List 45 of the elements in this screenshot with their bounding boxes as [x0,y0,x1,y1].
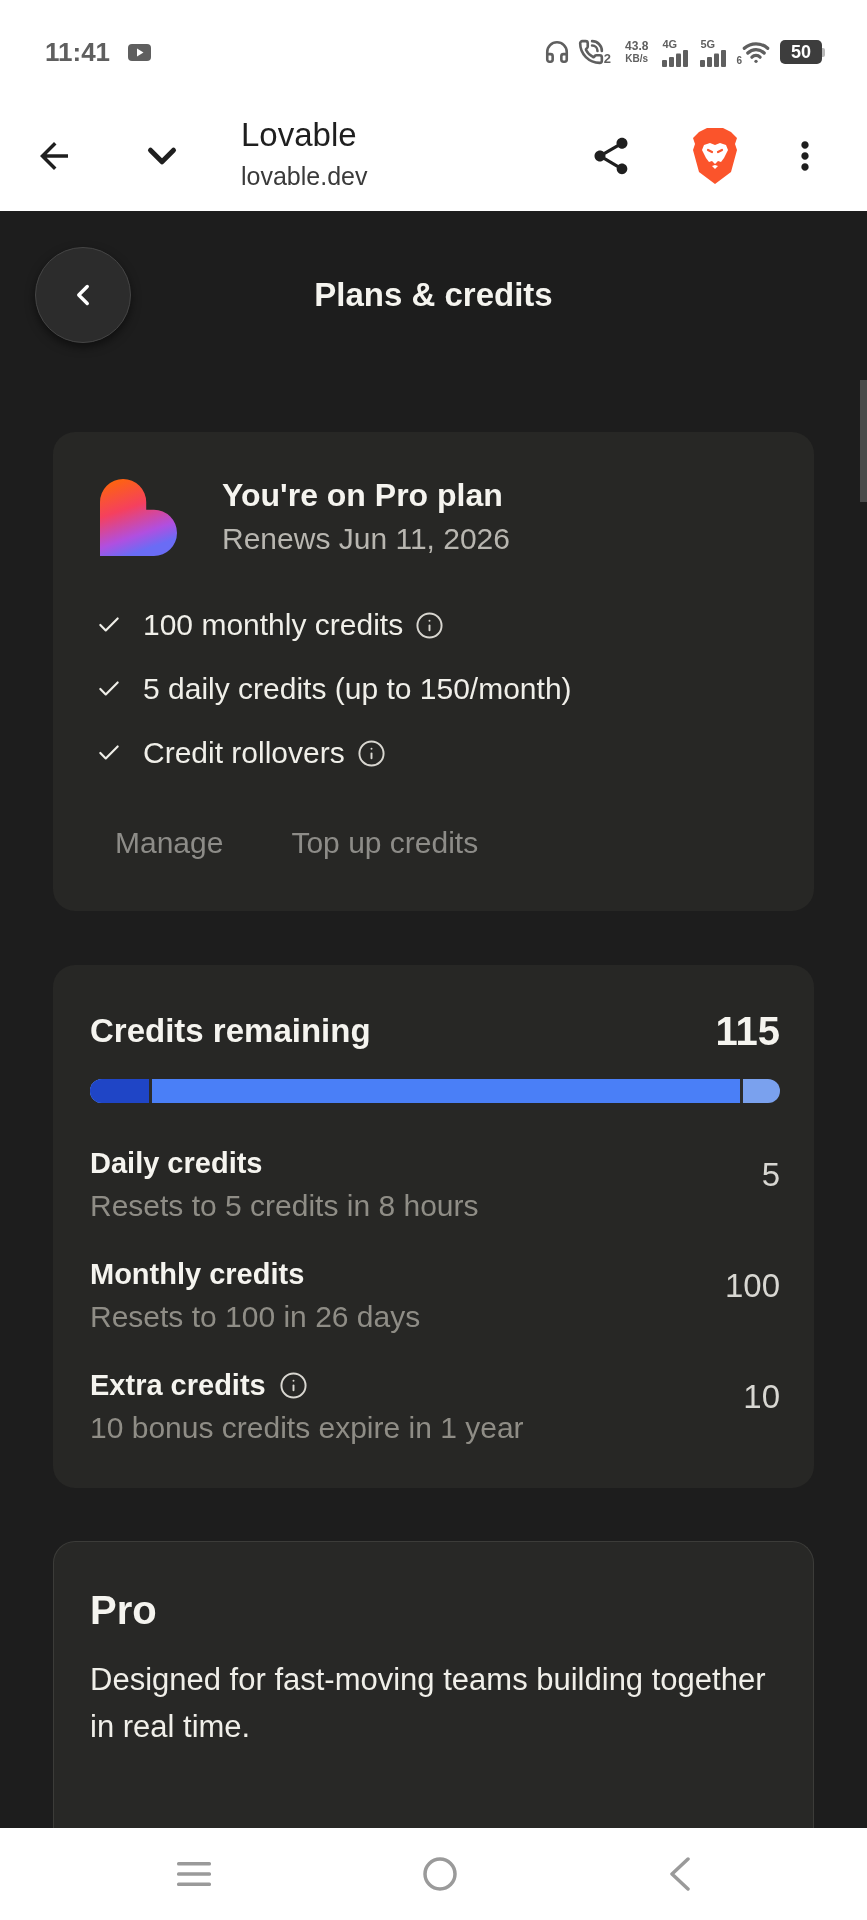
signal-bars-icon [662,49,689,67]
credit-reset-detail: 10 bonus credits expire in 1 year [90,1410,524,1446]
credit-type-label: Daily credits [90,1146,263,1181]
home-circle-icon[interactable] [422,1857,457,1891]
info-icon[interactable] [278,1370,308,1400]
credits-total: 115 [715,1009,780,1053]
headphones-icon [543,39,570,65]
network-speed-unit: KB/s [625,53,649,64]
credit-type-label: Extra credits [90,1368,266,1403]
network-type-label: 4G [662,37,678,50]
back-chevron-icon[interactable] [668,1857,691,1891]
info-icon[interactable] [415,610,445,640]
pro-plan-title: Pro [90,1587,158,1633]
credit-type-label: Monthly credits [90,1257,305,1292]
call-sim-label: 2 [603,52,612,65]
page-title: Lovable [241,114,358,155]
credit-amount: 5 [761,1155,780,1195]
feature-label: 100 monthly credits [143,607,404,643]
pro-plan-description: Designed for fast-moving teams building together in real time. [90,1661,767,1746]
info-icon[interactable] [356,738,386,768]
signal-bars-icon [700,49,727,67]
credit-amount: 10 [743,1377,780,1417]
plan-title: You're on Pro plan [222,476,504,514]
battery-percent: 50 [780,40,822,64]
credit-reset-detail: Resets to 5 credits in 8 hours [90,1188,479,1224]
credits-title: Credits remaining [90,1011,371,1051]
page-heading: Plans & credits [314,275,553,315]
heart-logo-icon [100,479,177,556]
feature-label: 5 daily credits (up to 150/month) [143,671,572,707]
feature-label: Credit rollovers [143,735,345,771]
plan-action-button[interactable]: Top up credits [271,817,499,867]
network-speed-value: 43.8 [625,40,649,53]
page-url: lovable.dev [241,160,369,191]
lion-shield-icon[interactable] [691,127,739,184]
credit-reset-detail: Resets to 100 in 26 days [90,1299,421,1335]
status-time: 11:41 [45,39,111,65]
wifi-standard-label: 6 [736,56,742,66]
menu-icon[interactable] [176,1861,211,1887]
phone-call-icon [577,39,604,65]
network-type-label: 5G [700,37,716,50]
video-play-icon [128,43,152,61]
plan-action-button[interactable]: Manage [95,817,244,867]
renewal-date: Renews Jun 11, 2026 [222,521,510,557]
scrollbar-thumb[interactable] [860,380,867,502]
credit-amount: 100 [724,1266,780,1306]
